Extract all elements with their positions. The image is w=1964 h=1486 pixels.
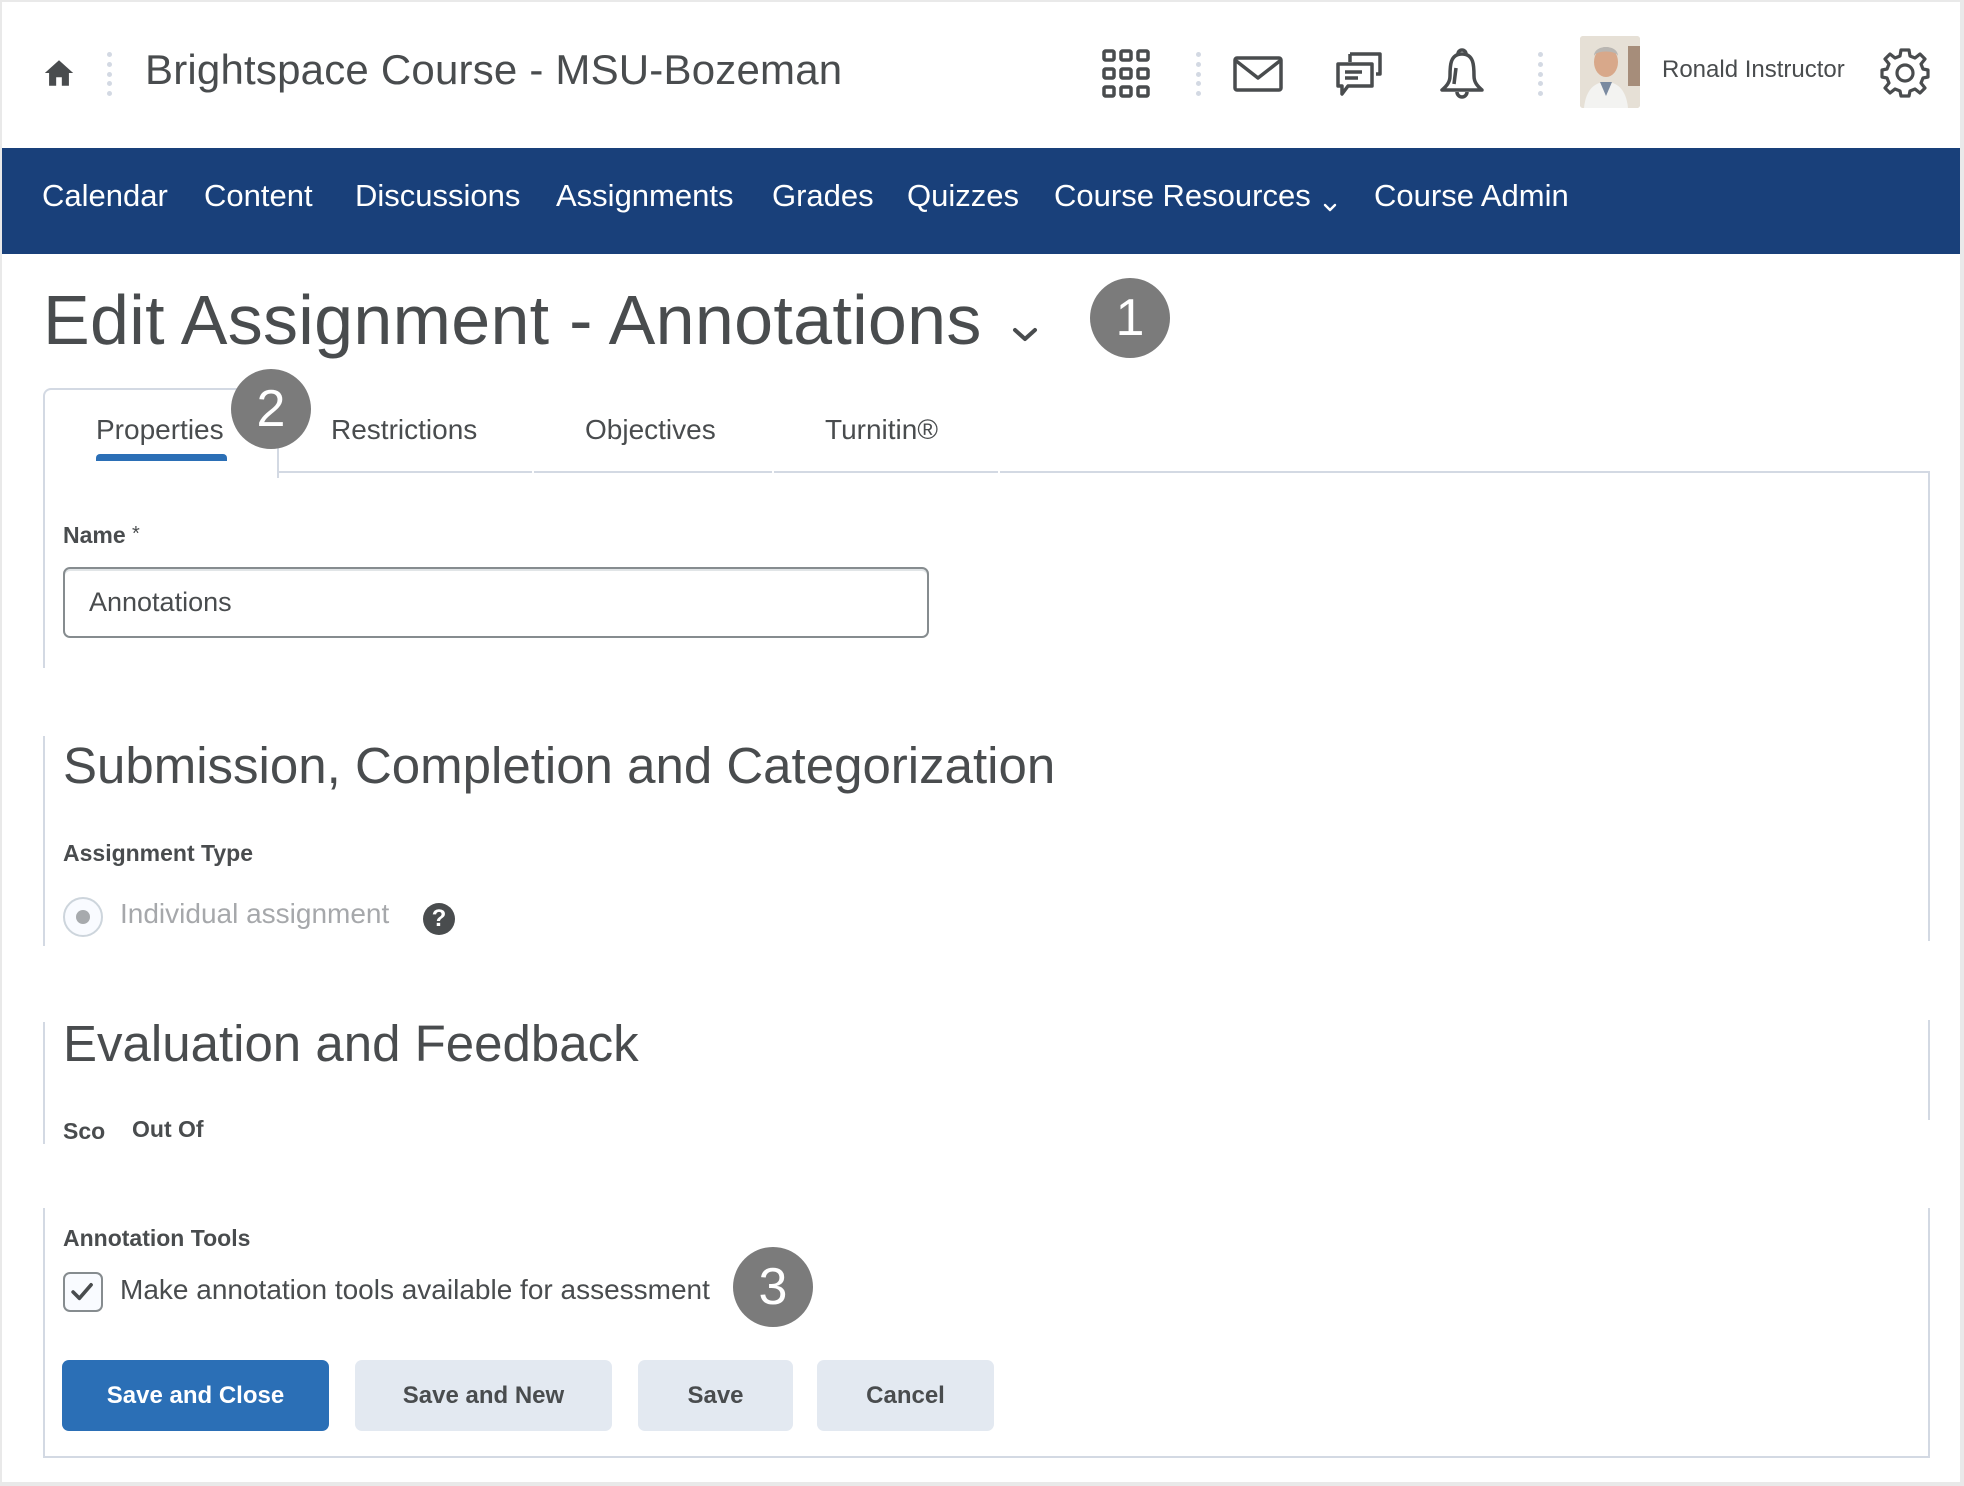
radio-selected-dot [76, 910, 90, 924]
save-and-new-button[interactable]: Save and New [355, 1360, 612, 1431]
required-marker: * [132, 523, 140, 545]
name-input[interactable] [63, 567, 929, 638]
chevron-down-icon[interactable] [1010, 324, 1040, 346]
panel-border-right [1928, 1208, 1930, 1458]
page: Brightspace Course - MSU-Bozeman Ronald … [2, 2, 1960, 1482]
tab-divider [998, 471, 1000, 474]
save-button[interactable]: Save [638, 1360, 793, 1431]
user-name[interactable]: Ronald Instructor [1662, 56, 1845, 84]
assignment-type-label: Assignment Type [63, 840, 253, 866]
nav-item-label: Course Resources [1054, 178, 1311, 213]
nav-item-grades[interactable]: Grades [772, 178, 874, 214]
tab-divider [532, 471, 534, 474]
tab-turnitin[interactable]: Turnitin® [825, 414, 938, 446]
mail-icon[interactable] [1232, 48, 1284, 100]
nav-item-calendar[interactable]: Calendar [42, 178, 168, 214]
annotation-tools-checkbox[interactable] [63, 1272, 103, 1312]
panel-border-left [43, 478, 45, 668]
panel-border-left [43, 1022, 45, 1144]
bell-icon[interactable] [1436, 46, 1488, 99]
nav-item-assignments[interactable]: Assignments [556, 178, 733, 214]
nav-item-quizzes[interactable]: Quizzes [907, 178, 1019, 214]
header-divider [106, 52, 112, 96]
chat-bubbles-icon[interactable] [1334, 46, 1386, 98]
tab-divider [772, 471, 774, 474]
out-of-label: Out Of [132, 1116, 204, 1142]
page-title: Edit Assignment - Annotations [43, 281, 982, 359]
callout-badge-3: 3 [733, 1247, 813, 1327]
avatar[interactable] [1580, 36, 1640, 108]
checkmark-icon [71, 1283, 93, 1301]
nav-item-content[interactable]: Content [204, 178, 313, 214]
panel-border-left [43, 736, 45, 946]
nav-item-course-resources[interactable]: Course Resources [1054, 178, 1337, 214]
evaluation-heading: Evaluation and Feedback [63, 1015, 639, 1072]
header-divider [1195, 52, 1201, 96]
tab-restrictions[interactable]: Restrictions [331, 414, 477, 446]
cancel-button[interactable]: Cancel [817, 1360, 994, 1431]
panel-border-right [1928, 1020, 1930, 1120]
course-navbar: Calendar Content Discussions Assignments… [2, 148, 1960, 254]
name-label: Name * [63, 522, 140, 549]
waffle-grid-icon[interactable] [1100, 48, 1152, 100]
panel-border-bottom [43, 1456, 1930, 1458]
nav-item-discussions[interactable]: Discussions [355, 178, 520, 214]
annotation-tools-checkbox-label[interactable]: Make annotation tools available for asse… [120, 1274, 710, 1306]
tab-objectives[interactable]: Objectives [585, 414, 716, 446]
individual-assignment-label: Individual assignment [120, 898, 390, 929]
help-icon[interactable]: ? [423, 903, 455, 935]
save-and-close-button[interactable]: Save and Close [62, 1360, 329, 1431]
tab-strip-border [277, 471, 1930, 473]
gear-icon[interactable] [1879, 47, 1931, 99]
panel-border-right [1928, 471, 1930, 651]
header-divider [1537, 52, 1543, 96]
panel-border-right [1928, 629, 1930, 941]
active-tab-indicator [96, 454, 227, 461]
home-icon[interactable] [42, 56, 76, 90]
chevron-down-icon [1323, 187, 1337, 212]
course-title[interactable]: Brightspace Course - MSU-Bozeman [145, 46, 842, 94]
tab-properties-label[interactable]: Properties [96, 414, 224, 446]
callout-badge-2: 2 [231, 369, 311, 449]
submission-heading: Submission, Completion and Categorizatio… [63, 737, 1056, 794]
callout-badge-1: 1 [1090, 278, 1170, 358]
individual-assignment-radio[interactable] [63, 897, 103, 937]
name-label-text: Name [63, 522, 126, 548]
annotation-tools-label: Annotation Tools [63, 1225, 251, 1251]
score-label: Sco [63, 1118, 106, 1142]
nav-item-course-admin[interactable]: Course Admin [1374, 178, 1569, 214]
panel-border-left [43, 1208, 45, 1458]
